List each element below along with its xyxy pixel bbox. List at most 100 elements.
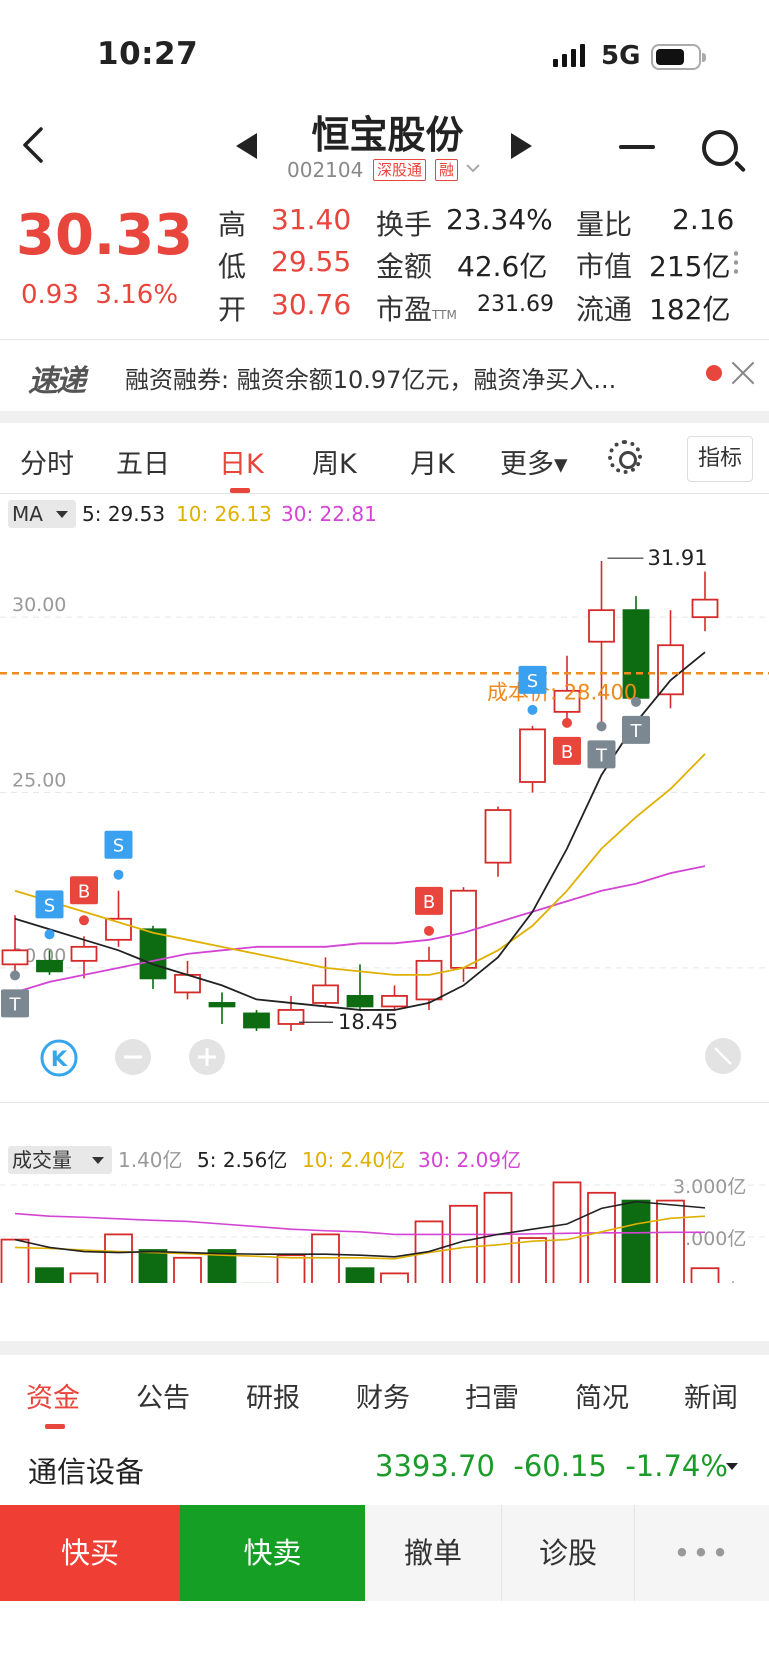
label-low: 低 xyxy=(218,250,247,283)
low-price-label: 18.45 xyxy=(338,1010,398,1034)
sector-change: -60.15 xyxy=(513,1449,607,1483)
cancel-order-button[interactable]: 撤单 xyxy=(365,1505,502,1601)
unread-dot xyxy=(706,365,722,381)
volume-bar xyxy=(690,1267,720,1283)
candle-body xyxy=(243,1012,270,1029)
menu-icon[interactable] xyxy=(619,145,655,149)
value-turnover: 23.34% xyxy=(446,203,553,236)
volume-current: 1.40亿 xyxy=(118,1148,183,1172)
y-tick-label: 30.00 xyxy=(12,594,66,616)
sector-quote: 3393.70 -60.15 -1.74% xyxy=(375,1449,728,1483)
candle-body xyxy=(208,1002,236,1008)
tab-news[interactable]: 新闻 xyxy=(684,1376,738,1415)
volume-bar xyxy=(311,1233,340,1283)
change-value: 0.93 xyxy=(21,280,79,310)
value-high: 31.40 xyxy=(271,203,352,236)
stock-title: 恒宝股份 xyxy=(311,113,464,157)
value-pe: 231.69 xyxy=(477,292,554,317)
news-ticker[interactable]: 融资融券: 融资余额10.97亿元，融资净买入... xyxy=(125,360,616,395)
tab-announcements[interactable]: 公告 xyxy=(136,1376,190,1415)
signal-badge-label: T xyxy=(9,994,22,1015)
value-market-cap: 215亿 xyxy=(649,250,731,283)
pe-ttm-sub: TTM xyxy=(432,308,457,322)
chevron-down-icon[interactable] xyxy=(466,164,480,174)
section-gap xyxy=(0,411,769,423)
more-actions-button[interactable]: ••• xyxy=(635,1505,769,1601)
quick-buy-button[interactable]: 快买 xyxy=(0,1505,180,1601)
sector-pct: -1.74% xyxy=(625,1449,728,1483)
tab-monthly-k[interactable]: 月K xyxy=(410,442,455,481)
volume-bar xyxy=(380,1272,409,1283)
volume-bar xyxy=(69,1272,99,1283)
signal-dot xyxy=(113,869,124,880)
tab-research[interactable]: 研报 xyxy=(246,1376,300,1415)
tab-funds[interactable]: 资金 xyxy=(26,1376,80,1415)
volume-bar xyxy=(483,1191,513,1283)
indicator-button[interactable]: 指标 xyxy=(687,436,753,482)
signal-dot xyxy=(562,717,572,728)
tag-margin: 融 xyxy=(435,159,459,181)
value-open: 30.76 xyxy=(271,288,352,321)
divider xyxy=(0,339,769,340)
prev-stock-arrow-icon[interactable] xyxy=(236,133,257,159)
label-amount: 金额 xyxy=(376,250,433,283)
tab-five-day[interactable]: 五日 xyxy=(116,442,170,481)
tab-more[interactable]: 更多▾ xyxy=(500,442,568,481)
gear-icon[interactable] xyxy=(608,440,642,474)
value-float: 182亿 xyxy=(649,293,731,326)
volume-y-tick: 3.000亿 xyxy=(673,1176,746,1198)
tab-intraday[interactable]: 分时 xyxy=(20,442,74,481)
value-amount: 42.6亿 xyxy=(457,250,548,283)
candle-body xyxy=(519,728,546,783)
tab-daily-k[interactable]: 日K xyxy=(219,442,264,481)
more-vertical-icon[interactable] xyxy=(734,249,738,275)
tab-financials[interactable]: 财务 xyxy=(356,1376,410,1415)
candle-body xyxy=(381,995,408,1008)
candle-body xyxy=(139,928,167,980)
diagnose-button[interactable]: 诊股 xyxy=(502,1505,635,1601)
label-pe: 市盈TTM xyxy=(376,288,457,328)
vol-ma30-label: 30: 2.09亿 xyxy=(418,1148,522,1172)
stock-code: 002104 xyxy=(287,158,364,182)
signal-badge-label: B xyxy=(78,881,90,902)
volume-bar xyxy=(138,1249,168,1283)
label-open: 开 xyxy=(218,293,247,326)
search-icon[interactable] xyxy=(702,130,738,166)
signal-badge-label: T xyxy=(630,721,643,742)
signal-dot xyxy=(424,925,434,936)
volume-bar xyxy=(0,1238,30,1283)
tab-weekly-k[interactable]: 周K xyxy=(312,442,357,481)
signal-dot xyxy=(596,721,607,732)
caret-down-icon[interactable] xyxy=(726,1463,738,1470)
back-button[interactable] xyxy=(15,125,55,165)
tab-risk-scan[interactable]: 扫雷 xyxy=(465,1376,519,1415)
volume-bar xyxy=(345,1267,375,1283)
volume-bar xyxy=(621,1199,651,1283)
volume-bar xyxy=(35,1267,64,1283)
label-turnover: 换手 xyxy=(376,208,433,241)
y-tick-label: 25.00 xyxy=(12,770,66,792)
signal-badge-label: B xyxy=(423,892,435,913)
signal-badge-label: S xyxy=(527,671,538,692)
sector-name[interactable]: 通信设备 xyxy=(28,1449,144,1491)
signal-badge-label: S xyxy=(113,836,124,857)
signal-dot xyxy=(10,970,20,981)
status-time: 10:27 xyxy=(97,36,199,72)
tab-profile[interactable]: 简况 xyxy=(575,1376,629,1415)
signal-icon xyxy=(553,44,585,67)
value-low: 29.55 xyxy=(271,245,352,278)
signal-badge-label: S xyxy=(44,895,55,916)
volume-bar xyxy=(276,1254,306,1283)
volume-selector[interactable]: 成交量 xyxy=(8,1146,112,1174)
signal-badge-label: B xyxy=(561,742,573,763)
candle-body xyxy=(346,995,374,1008)
close-icon[interactable] xyxy=(728,358,758,388)
candle-body xyxy=(484,809,512,864)
label-high: 高 xyxy=(218,208,247,241)
next-stock-arrow-icon[interactable] xyxy=(511,133,532,159)
current-price: 30.33 xyxy=(16,203,194,268)
cost-price-label: 成本价: 28.400 xyxy=(487,680,637,704)
label-float: 流通 xyxy=(576,293,633,326)
quick-sell-button[interactable]: 快卖 xyxy=(180,1505,365,1601)
candle-body xyxy=(312,984,339,1004)
